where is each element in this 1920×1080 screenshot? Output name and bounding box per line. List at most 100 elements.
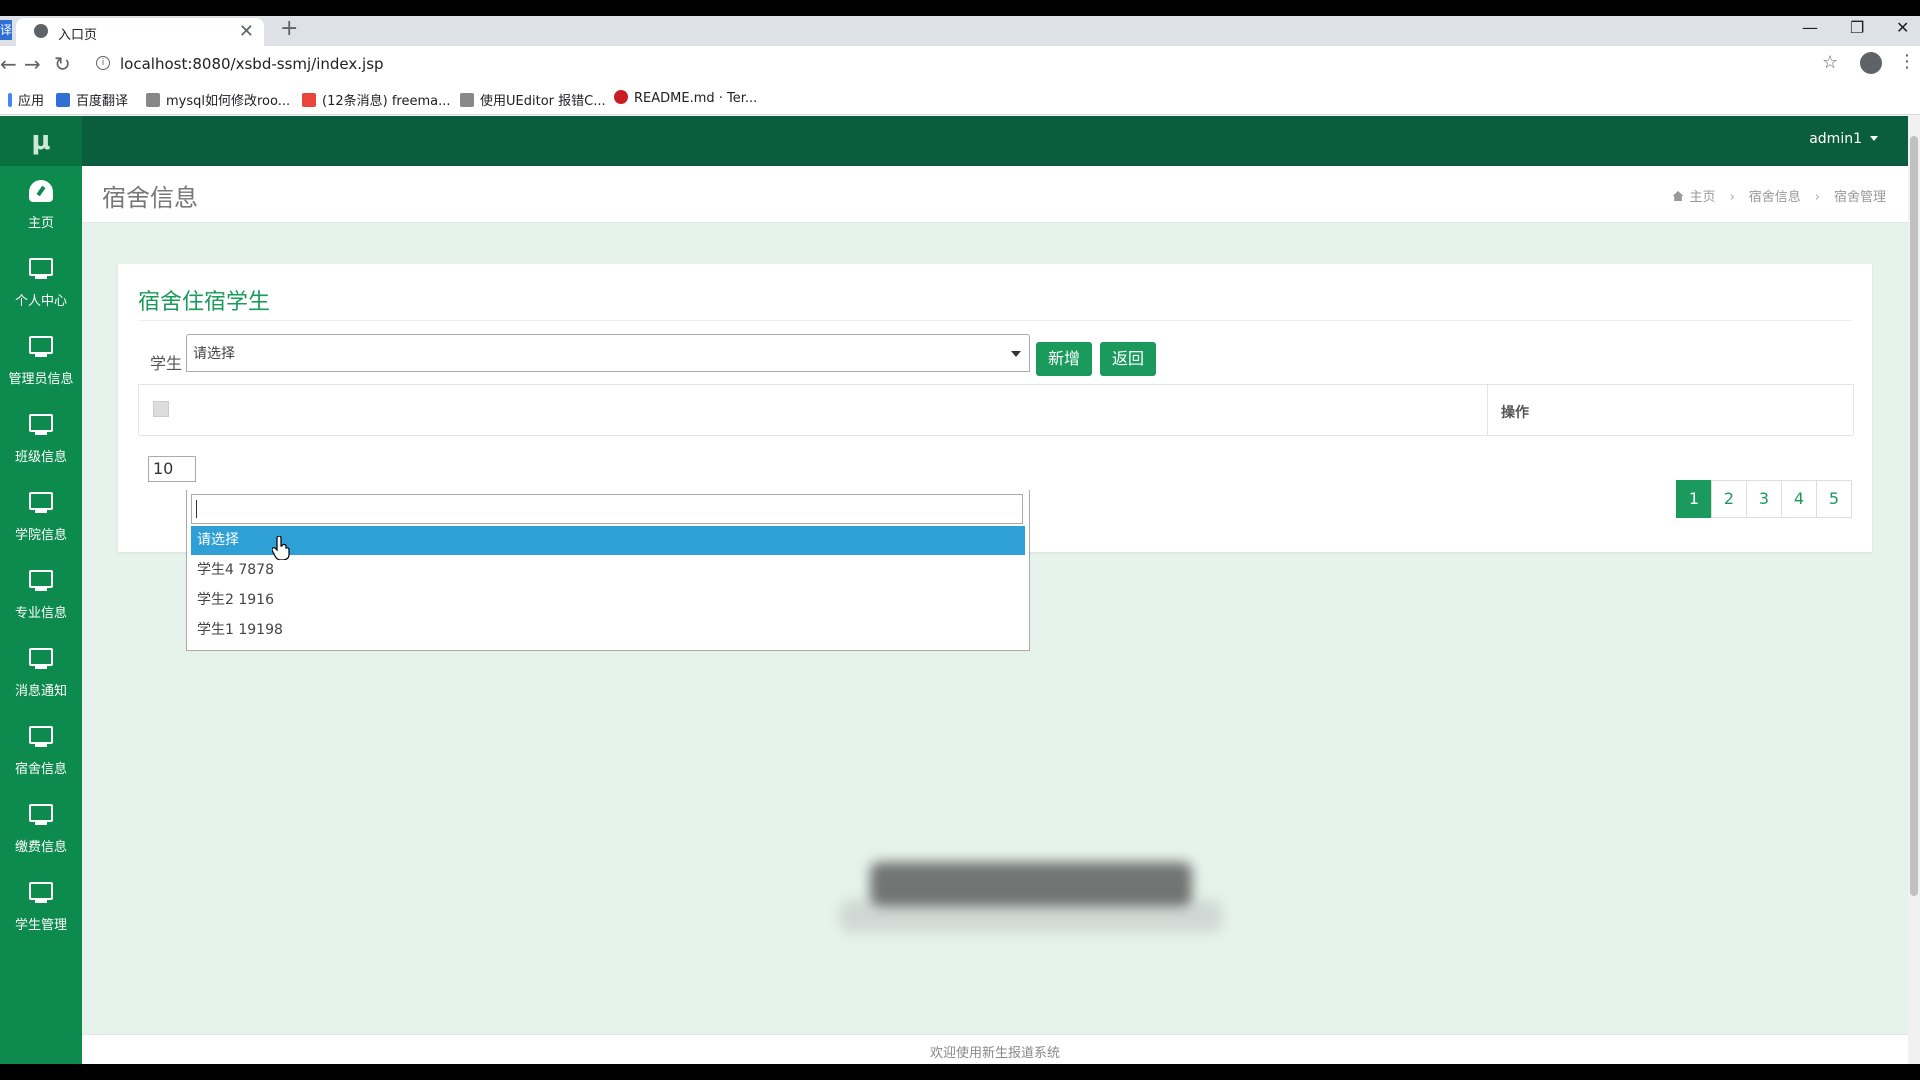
site-info-icon[interactable]: i xyxy=(96,56,110,70)
new-tab-button[interactable]: + xyxy=(280,16,298,41)
top-navbar: admin1 xyxy=(82,116,1908,166)
chevron-right-icon: › xyxy=(1814,190,1820,205)
sidebar-item-student-management[interactable]: 学生管理 xyxy=(0,876,82,954)
page-title: 宿舍信息 xyxy=(102,184,198,212)
bookmark-mysql[interactable]: mysql如何修改roo... xyxy=(146,90,290,109)
sidebar-item-label: 学生管理 xyxy=(14,918,67,933)
browser-toolbar: ← → ↻ i localhost:8080/xsbd-ssmj/index.j… xyxy=(0,46,1920,82)
student-select[interactable]: 请选择 xyxy=(186,334,1030,372)
page-3[interactable]: 3 xyxy=(1746,480,1782,518)
account-icon[interactable] xyxy=(1860,52,1882,74)
student-select-value: 请选择 xyxy=(193,346,235,362)
app-logo[interactable]: μ xyxy=(0,116,82,166)
page-2[interactable]: 2 xyxy=(1711,480,1747,518)
sidebar-item-admin-info[interactable]: 管理员信息 xyxy=(0,330,82,408)
sidebar-item-label: 管理员信息 xyxy=(8,372,74,387)
sidebar-item-home[interactable]: 主页 xyxy=(0,174,82,252)
monitor-icon xyxy=(27,802,55,828)
dropdown-option[interactable]: 学生4 7878 xyxy=(191,556,1025,585)
divider xyxy=(138,320,1852,321)
app-viewport: μ 主页 个人中心 管理员信息 班级信息 学院信息 专业信息 消息通知 宿舍信息… xyxy=(0,116,1908,1064)
dropdown-option[interactable]: 学生1 19198 xyxy=(191,616,1025,645)
minimize-icon[interactable]: — xyxy=(1802,18,1818,37)
bookmark-baidu-translate[interactable]: 百度翻译 xyxy=(56,90,128,109)
tab-close-icon[interactable]: ✕ xyxy=(239,21,254,42)
back-icon[interactable]: ← xyxy=(0,52,17,76)
dropdown-search-input[interactable] xyxy=(191,494,1023,524)
browser-menu-icon[interactable]: ⋮ xyxy=(1898,51,1916,72)
monitor-icon xyxy=(27,490,55,516)
bookmarks-bar: 应用 百度翻译 mysql如何修改roo... (12条消息) freema..… xyxy=(0,82,1920,115)
bookmark-apps[interactable]: 应用 xyxy=(8,90,44,109)
select-all-checkbox[interactable] xyxy=(153,401,169,417)
page-1[interactable]: 1 xyxy=(1676,480,1712,518)
address-bar[interactable]: localhost:8080/xsbd-ssmj/index.jsp xyxy=(120,55,384,73)
page-4[interactable]: 4 xyxy=(1781,480,1817,518)
dropdown-option[interactable]: 学生2 1916 xyxy=(191,586,1025,615)
blurred-watermark xyxy=(840,836,1222,932)
breadcrumb-dorm-management: 宿舍管理 xyxy=(1833,190,1886,205)
bookmark-csdn[interactable]: (12条消息) freema... xyxy=(302,90,450,109)
sidebar-item-personal-center[interactable]: 个人中心 xyxy=(0,252,82,330)
bookmark-star-icon[interactable]: ☆ xyxy=(1822,52,1838,73)
sidebar-item-class-info[interactable]: 班级信息 xyxy=(0,408,82,486)
monitor-icon xyxy=(27,334,55,360)
sidebar-item-label: 班级信息 xyxy=(14,450,67,465)
sidebar-item-payment-info[interactable]: 缴费信息 xyxy=(0,798,82,876)
monitor-icon xyxy=(27,724,55,750)
sidebar-item-major-info[interactable]: 专业信息 xyxy=(0,564,82,642)
browser-tabstrip: 译 入口页 ✕ + — ❐ ✕ xyxy=(0,16,1920,46)
sidebar-item-label: 专业信息 xyxy=(14,606,67,621)
breadcrumb-home[interactable]: 主页 xyxy=(1690,190,1716,205)
monitor-icon xyxy=(27,880,55,906)
monitor-icon xyxy=(27,568,55,594)
monitor-icon xyxy=(27,256,55,282)
bookmark-page-icon xyxy=(460,93,474,107)
caret-down-icon xyxy=(1870,136,1878,141)
sidebar: μ 主页 个人中心 管理员信息 班级信息 学院信息 专业信息 消息通知 宿舍信息… xyxy=(0,116,82,1064)
sidebar-item-label: 缴费信息 xyxy=(14,840,67,855)
bookmark-ueditor[interactable]: 使用UEditor 报错C... xyxy=(460,90,606,109)
page-size-select[interactable]: 10 xyxy=(148,456,196,482)
dropdown-arrow-icon xyxy=(1011,351,1021,357)
dropdown-option[interactable]: 请选择 xyxy=(191,526,1025,555)
pagination: 1 2 3 4 5 xyxy=(1676,480,1852,518)
sidebar-item-label: 消息通知 xyxy=(14,684,67,699)
page-scrollbar[interactable] xyxy=(1908,116,1920,1064)
restore-icon[interactable]: ❐ xyxy=(1850,18,1864,37)
footer: 欢迎使用新生报道系统 xyxy=(82,1034,1908,1064)
baidu-translate-icon xyxy=(56,93,70,107)
bookmark-page-icon xyxy=(146,93,160,107)
monitor-icon xyxy=(27,646,55,672)
sidebar-item-dorm-info[interactable]: 宿舍信息 xyxy=(0,720,82,798)
user-menu[interactable]: admin1 xyxy=(1809,131,1878,147)
screen: 译 入口页 ✕ + — ❐ ✕ ← → ↻ i localhost:8080/x… xyxy=(0,16,1920,1064)
gitee-icon xyxy=(614,90,628,104)
scroll-thumb[interactable] xyxy=(1910,136,1918,896)
page-5[interactable]: 5 xyxy=(1816,480,1852,518)
globe-icon xyxy=(34,24,48,38)
reload-icon[interactable]: ↻ xyxy=(54,52,71,76)
student-select-dropdown: 请选择 学生4 7878 学生2 1916 学生1 19198 xyxy=(186,490,1030,651)
chevron-right-icon: › xyxy=(1729,190,1735,205)
sidebar-item-label: 宿舍信息 xyxy=(14,762,67,777)
browser-tab[interactable]: 入口页 ✕ xyxy=(16,18,264,46)
sidebar-item-label: 主页 xyxy=(27,216,54,231)
bookmark-readme[interactable]: README.md · Ter... xyxy=(614,90,757,106)
footer-text: 欢迎使用新生报道系统 xyxy=(929,1046,1060,1061)
breadcrumb-dorm-info[interactable]: 宿舍信息 xyxy=(1749,190,1801,205)
back-button[interactable]: 返回 xyxy=(1100,342,1156,376)
monitor-icon xyxy=(27,412,55,438)
csdn-icon xyxy=(302,93,316,107)
window-close-icon[interactable]: ✕ xyxy=(1896,18,1909,37)
sidebar-item-notifications[interactable]: 消息通知 xyxy=(0,642,82,720)
hand-pointer-icon xyxy=(272,536,290,560)
forward-icon[interactable]: → xyxy=(24,52,41,76)
sidebar-item-college-info[interactable]: 学院信息 xyxy=(0,486,82,564)
add-button[interactable]: 新增 xyxy=(1036,342,1092,376)
breadcrumb: 主页 › 宿舍信息 › 宿舍管理 xyxy=(1672,186,1886,205)
username: admin1 xyxy=(1809,131,1862,147)
sidebar-item-label: 学院信息 xyxy=(14,528,67,543)
sidebar-item-label: 个人中心 xyxy=(14,294,67,309)
home-icon xyxy=(1672,191,1684,201)
